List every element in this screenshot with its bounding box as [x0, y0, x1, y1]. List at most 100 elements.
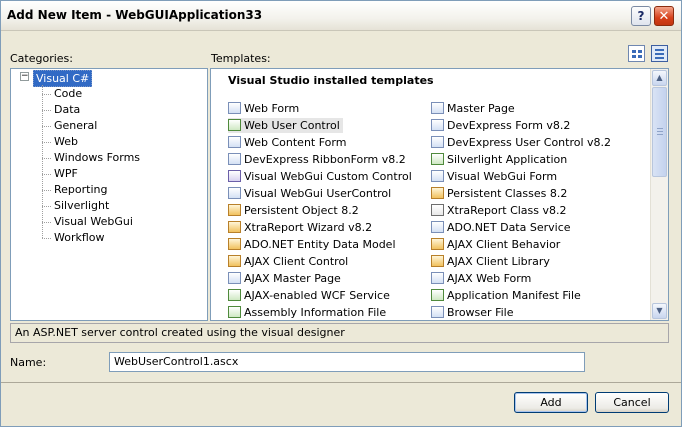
template-label: ADO.NET Data Service — [447, 221, 571, 234]
categories-tree[interactable]: − Visual C# Code Data General Web Window… — [10, 68, 208, 321]
silverlight-icon — [431, 153, 444, 165]
large-icons-icon-part — [632, 55, 636, 58]
scroll-thumb[interactable] — [652, 87, 667, 177]
tree-item-workflow[interactable]: Workflow — [42, 231, 105, 245]
scroll-up-button[interactable]: ▲ — [652, 70, 667, 86]
add-button[interactable]: Add — [514, 392, 588, 413]
template-persistent-classes[interactable]: Persistent Classes 8.2 — [431, 186, 570, 201]
template-label: Web Form — [244, 102, 300, 115]
templates-list[interactable]: Visual Studio installed templates Web Fo… — [210, 68, 669, 321]
small-icons-icon-part — [655, 53, 664, 55]
template-label: Visual WebGui Form — [447, 170, 558, 183]
browser-file-icon — [431, 306, 444, 318]
template-label: Master Page — [447, 102, 515, 115]
persistent-classes-icon — [431, 187, 444, 199]
tree-item-reporting[interactable]: Reporting — [41, 183, 107, 197]
small-icons-icon — [655, 49, 664, 51]
add-new-item-dialog: Add New Item - WebGUIApplication33 ? ✕ C… — [0, 0, 682, 427]
manifest-icon — [431, 289, 444, 301]
scroll-down-button[interactable]: ▼ — [652, 303, 667, 319]
user-control-icon — [228, 187, 241, 199]
templates-label: Templates: — [211, 52, 271, 65]
template-browser-file[interactable]: Browser File — [431, 305, 516, 320]
large-icons-icon — [632, 50, 636, 53]
large-icons-icon-part — [638, 55, 642, 58]
tree-item-wpf[interactable]: WPF — [42, 167, 78, 181]
ajax-behavior-icon — [431, 238, 444, 250]
tree-item-visual-webgui[interactable]: Visual WebGui — [42, 215, 133, 229]
template-label: ADO.NET Entity Data Model — [244, 238, 396, 251]
window-title: Add New Item - WebGUIApplication33 — [7, 8, 263, 22]
template-web-user-control[interactable]: Web User Control — [228, 118, 343, 133]
data-service-icon — [431, 221, 444, 233]
tree-item-general[interactable]: General — [41, 119, 97, 133]
template-web-form[interactable]: Web Form — [228, 101, 302, 116]
categories-label: Categories: — [10, 52, 73, 65]
template-label: AJAX Master Page — [244, 272, 341, 285]
template-xtrareport-class[interactable]: XtraReport Class v8.2 — [431, 203, 570, 218]
template-label: AJAX-enabled WCF Service — [244, 289, 390, 302]
template-label: DevExpress User Control v8.2 — [447, 136, 612, 149]
template-ajax-web-form[interactable]: AJAX Web Form — [431, 271, 534, 286]
template-label: Browser File — [447, 306, 514, 319]
template-silverlight-application[interactable]: Silverlight Application — [431, 152, 570, 167]
template-assembly-info[interactable]: Assembly Information File — [228, 305, 389, 320]
report-wizard-icon — [228, 221, 241, 233]
name-label: Name: — [10, 356, 47, 369]
ribbon-form-icon — [228, 153, 241, 165]
tree-item-code[interactable]: Code — [41, 87, 82, 101]
web-content-form-icon — [228, 136, 241, 148]
template-application-manifest[interactable]: Application Manifest File — [431, 288, 584, 303]
template-webgui-custom-control[interactable]: Visual WebGui Custom Control — [228, 169, 415, 184]
template-devexpress-ribbonform[interactable]: DevExpress RibbonForm v8.2 — [228, 152, 409, 167]
template-label: Web Content Form — [244, 136, 347, 149]
templates-scrollbar[interactable]: ▲ ▼ — [650, 69, 668, 320]
tree-item-web[interactable]: Web — [42, 135, 78, 149]
persistent-object-icon — [228, 204, 241, 216]
large-icons-icon-part — [638, 50, 642, 53]
template-xtrareport-wizard[interactable]: XtraReport Wizard v8.2 — [228, 220, 375, 235]
template-webgui-usercontrol[interactable]: Visual WebGui UserControl — [228, 186, 394, 201]
template-ajax-master-page[interactable]: AJAX Master Page — [228, 271, 344, 286]
name-input[interactable]: WebUserControl1.ascx — [109, 352, 585, 372]
template-label: AJAX Client Control — [244, 255, 349, 268]
web-user-control-icon — [228, 119, 241, 131]
template-devexpress-user-control[interactable]: DevExpress User Control v8.2 — [431, 135, 614, 150]
ajax-client-control-icon — [228, 255, 241, 267]
template-devexpress-form[interactable]: DevExpress Form v8.2 — [431, 118, 573, 133]
template-ajax-client-library[interactable]: AJAX Client Library — [431, 254, 553, 269]
collapse-icon[interactable]: − — [20, 72, 29, 81]
template-webgui-form[interactable]: Visual WebGui Form — [431, 169, 560, 184]
small-icons-view-button[interactable] — [651, 45, 668, 62]
template-ado-data-service[interactable]: ADO.NET Data Service — [431, 220, 574, 235]
template-ajax-client-control[interactable]: AJAX Client Control — [228, 254, 351, 269]
title-bar[interactable]: Add New Item - WebGUIApplication33 ? ✕ — [1, 1, 681, 31]
cancel-button[interactable]: Cancel — [595, 392, 669, 413]
tree-item-windows-forms[interactable]: Windows Forms — [41, 151, 140, 165]
templates-group-header: Visual Studio installed templates — [228, 74, 434, 87]
help-icon: ? — [637, 9, 645, 23]
template-label: Visual WebGui Custom Control — [244, 170, 412, 183]
template-ajax-wcf-service[interactable]: AJAX-enabled WCF Service — [228, 288, 393, 303]
large-icons-view-button[interactable] — [628, 45, 645, 62]
template-entity-data-model[interactable]: ADO.NET Entity Data Model — [228, 237, 399, 252]
tree-item-data[interactable]: Data — [41, 103, 80, 117]
template-label: AJAX Client Library — [447, 255, 550, 268]
wcf-service-icon — [228, 289, 241, 301]
template-web-content-form[interactable]: Web Content Form — [228, 135, 349, 150]
template-label: Persistent Object 8.2 — [244, 204, 359, 217]
template-description: An ASP.NET server control created using … — [10, 323, 669, 343]
master-page-icon — [431, 102, 444, 114]
template-ajax-client-behavior[interactable]: AJAX Client Behavior — [431, 237, 563, 252]
close-button[interactable]: ✕ — [654, 6, 674, 26]
entity-model-icon — [228, 238, 241, 250]
template-master-page[interactable]: Master Page — [431, 101, 518, 116]
template-label: XtraReport Class v8.2 — [447, 204, 567, 217]
template-label: Visual WebGui UserControl — [244, 187, 392, 200]
tree-connector — [42, 85, 43, 238]
template-label: AJAX Web Form — [447, 272, 532, 285]
tree-item-silverlight[interactable]: Silverlight — [41, 199, 109, 213]
help-button[interactable]: ? — [631, 6, 651, 26]
template-persistent-object[interactable]: Persistent Object 8.2 — [228, 203, 362, 218]
template-label: Silverlight Application — [447, 153, 568, 166]
